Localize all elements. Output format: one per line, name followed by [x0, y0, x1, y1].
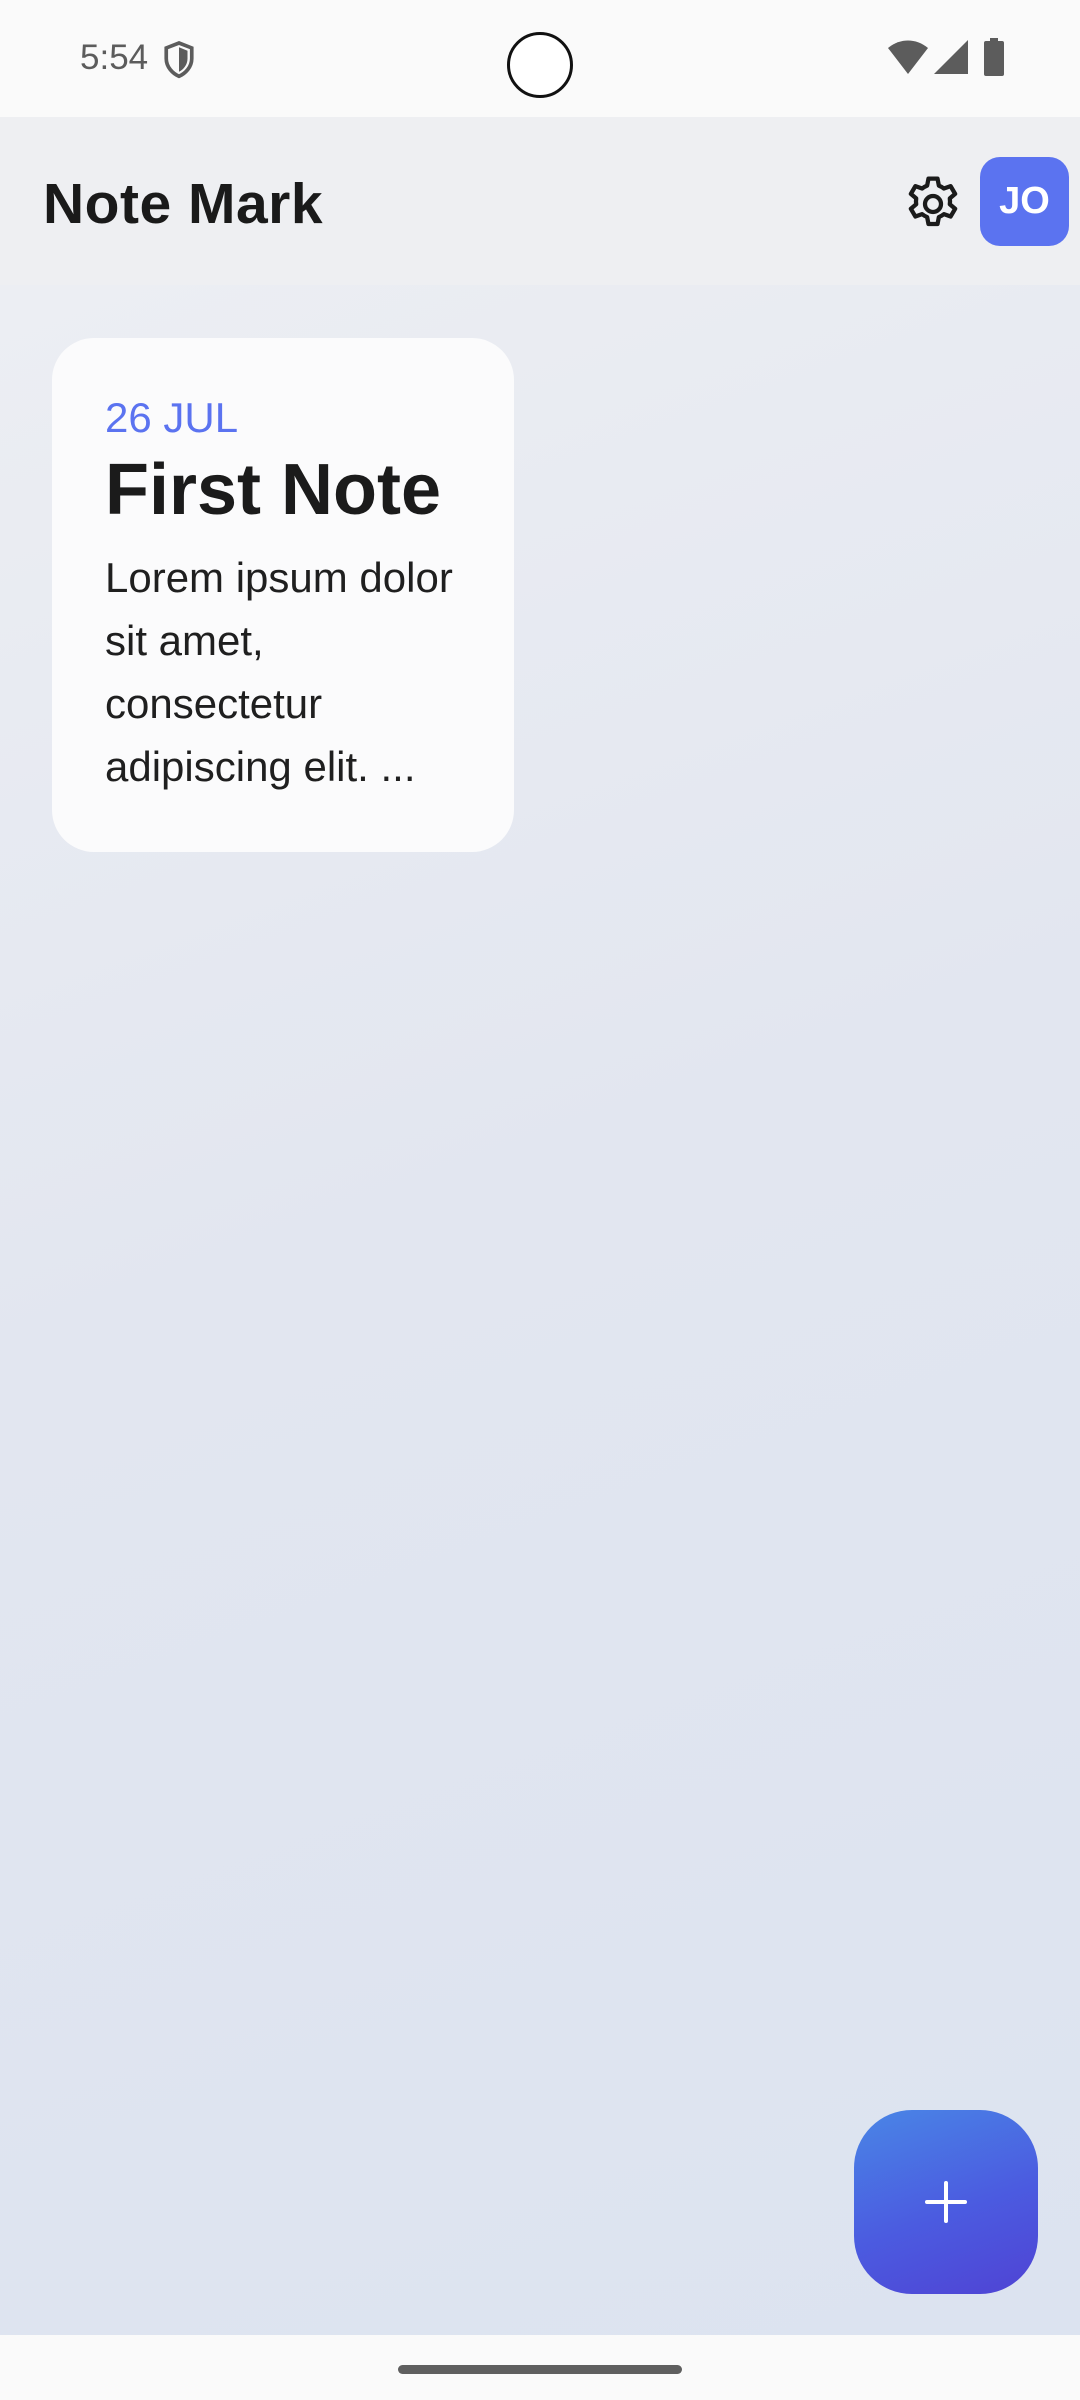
signal-icon	[934, 40, 968, 74]
home-indicator[interactable]	[398, 2365, 682, 2374]
add-note-button[interactable]	[854, 2110, 1038, 2294]
status-time: 5:54	[80, 38, 149, 77]
note-title: First Note	[105, 450, 442, 530]
notes-grid: 26 JUL First Note Lorem ipsum dolor sit …	[0, 285, 1080, 2335]
app-header: Note Mark JO	[0, 117, 1080, 285]
camera-cutout	[507, 32, 573, 98]
app-title: Note Mark	[43, 172, 324, 236]
status-bar: 5:54	[0, 0, 1080, 117]
note-card[interactable]: 26 JUL First Note Lorem ipsum dolor sit …	[52, 338, 514, 852]
plus-icon	[925, 2181, 967, 2223]
battery-icon	[984, 38, 1004, 76]
shield-icon	[164, 41, 194, 79]
navigation-bar	[0, 2335, 1080, 2400]
note-date: 26 JUL	[105, 394, 239, 441]
gear-icon	[908, 176, 958, 227]
avatar[interactable]: JO	[980, 157, 1069, 246]
settings-button[interactable]	[898, 169, 968, 239]
screen: 5:54 Note Mark JO 26 JUL First Note Lore…	[0, 0, 1080, 2400]
wifi-icon	[888, 40, 928, 74]
note-preview: Lorem ipsum dolor sit amet, consectetur …	[105, 553, 453, 790]
